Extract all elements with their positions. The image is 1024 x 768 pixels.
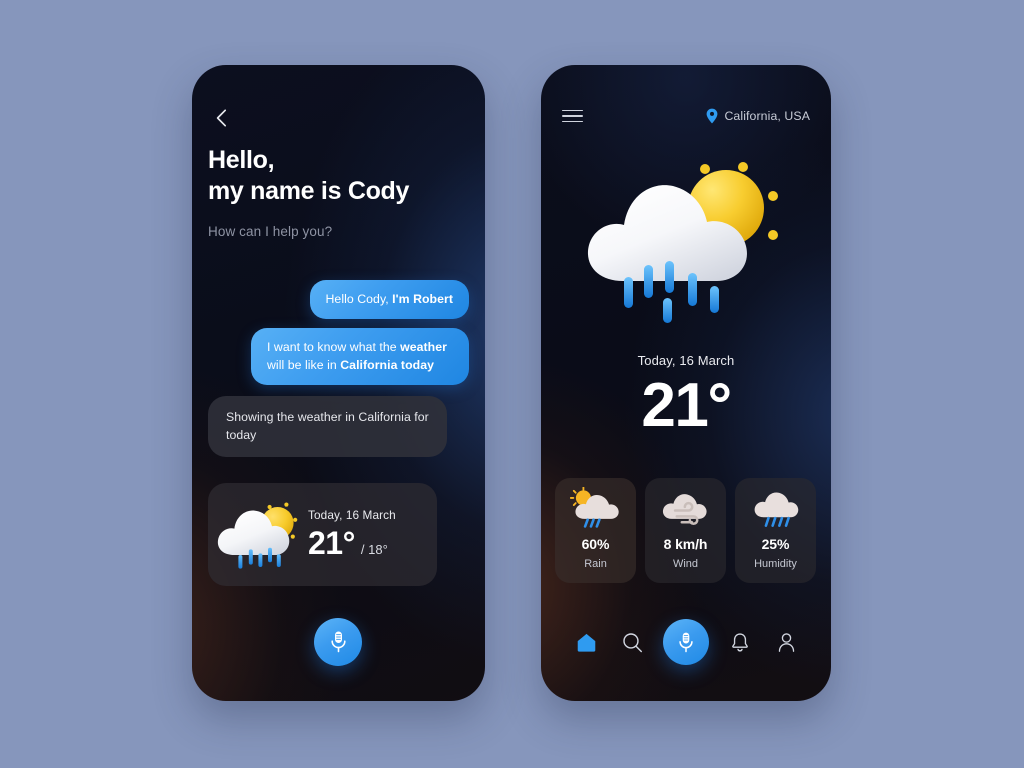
bell-icon [732, 632, 748, 651]
nav-item-voice[interactable] [663, 619, 709, 665]
metric-card-humidity[interactable]: 25% Humidity [735, 478, 816, 583]
sun-behind-rain-cloud-icon [587, 162, 778, 323]
nav-item-home[interactable] [571, 627, 601, 657]
location-selector[interactable]: California, USA [706, 108, 810, 124]
hamburger-menu-icon-bar [562, 115, 583, 117]
microphone-icon [330, 631, 346, 653]
weather-card-temp-low: / 18° [360, 541, 388, 557]
nav-item-search[interactable] [617, 627, 647, 657]
chevron-left-icon [216, 109, 226, 127]
search-icon [622, 632, 642, 652]
hamburger-menu-icon-bar [562, 109, 583, 112]
nav-item-profile[interactable] [771, 627, 801, 657]
metric-label: Rain [584, 558, 607, 570]
metric-value: 25% [761, 536, 790, 552]
bubble-text-plain-2: will be like in [267, 357, 341, 372]
metric-value: 8 km/h [663, 536, 708, 552]
metric-label: Humidity [754, 558, 797, 570]
rain-cloud-icon [754, 492, 798, 527]
location-label: California, USA [724, 109, 810, 123]
metric-value: 60% [581, 536, 610, 552]
assistant-phone-screen: Hello, my name is Cody How can I help yo… [192, 65, 485, 701]
weather-date: Today, 16 March [637, 353, 735, 368]
chat-bubble-user: I want to know what the weather will be … [251, 328, 469, 386]
hamburger-menu-icon-bar [562, 120, 583, 123]
greeting-line-2: my name is Cody [208, 176, 410, 205]
back-button[interactable] [206, 103, 236, 133]
bubble-text-plain: Hello Cody, [325, 292, 393, 306]
bubble-text-bold: I'm Robert [392, 292, 453, 306]
sun-behind-rain-cloud-icon [217, 502, 298, 569]
bubble-text-bold: weather [400, 340, 447, 355]
metric-card-rain[interactable]: 60% Rain [555, 478, 636, 583]
weather-card-temperatures: 21° / 18° [308, 525, 433, 562]
location-pin-icon [707, 108, 718, 124]
weather-topbar: California, USA [541, 105, 831, 127]
wind-cloud-icon [662, 494, 707, 525]
weather-card-temp-high: 21° [308, 524, 355, 561]
person-icon [778, 632, 794, 652]
greeting-line-1: Hello, [208, 146, 275, 174]
home-icon [577, 633, 595, 652]
nav-item-notifications[interactable] [725, 627, 755, 657]
weather-metric-list: 60% Rain 8 km/h Wind 25% Humidity [555, 478, 817, 583]
weather-temperature: 21° [641, 371, 732, 440]
bubble-text-bold-2: California today [340, 357, 434, 372]
voice-input-button[interactable] [314, 618, 362, 666]
bubble-text-plain: I want to know what the [267, 340, 401, 355]
chat-bubble-bot: Showing the weather in California for to… [208, 396, 447, 458]
chat-bubble-user: Hello Cody, I'm Robert [309, 280, 469, 320]
weather-card-date: Today, 16 March [308, 507, 396, 522]
greeting-block: Hello, my name is Cody How can I help yo… [208, 145, 466, 239]
sun-behind-rain-cloud-icon [569, 487, 619, 528]
menu-button[interactable] [562, 106, 583, 127]
metric-card-wind[interactable]: 8 km/h Wind [645, 478, 726, 583]
microphone-icon [679, 632, 693, 652]
weather-phone-screen: California, USA Today, 16 March 21° 60% … [541, 65, 831, 701]
bottom-navigation-bar [541, 619, 831, 665]
greeting-subtitle: How can I help you? [208, 223, 333, 239]
weather-summary-card[interactable]: Today, 16 March 21° / 18° [208, 483, 437, 586]
metric-label: Wind [672, 558, 699, 570]
weather-card-text: Today, 16 March 21° / 18° [308, 508, 437, 562]
chat-message-list: Hello Cody, I'm Robert I want to know wh… [208, 280, 469, 458]
